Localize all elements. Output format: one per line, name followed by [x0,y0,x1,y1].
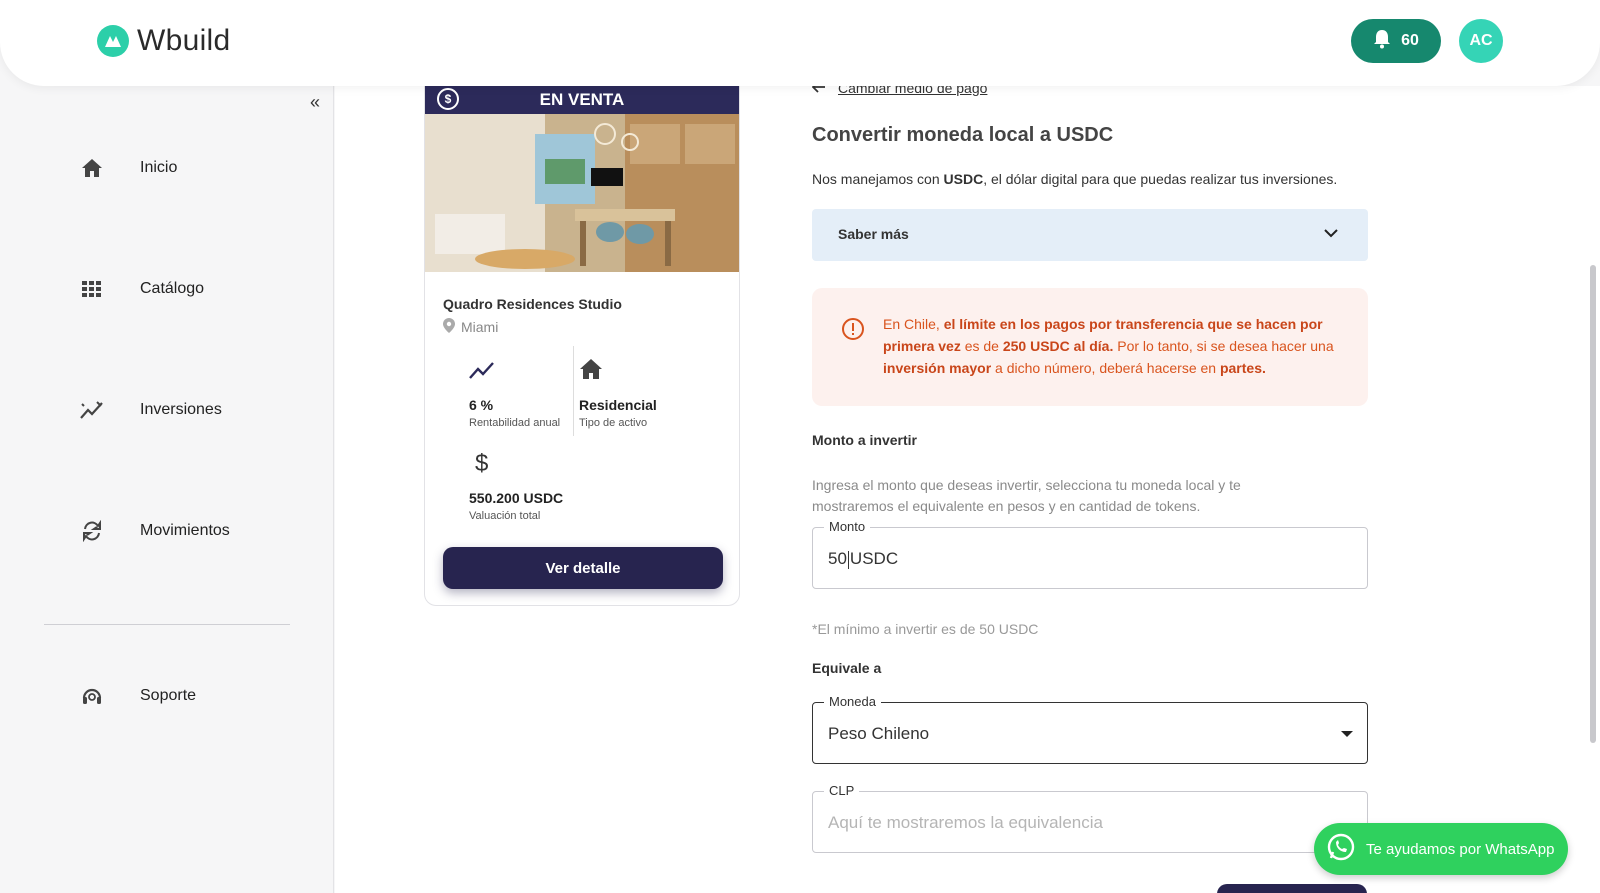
currency-select[interactable]: Moneda Peso Chileno [812,694,1368,764]
dollar-icon: $ [475,450,489,477]
clp-equivalent-field[interactable]: CLP Aquí te mostraremos la equivalencia [812,783,1368,853]
brand-name: Wbuild [137,24,231,57]
main-content: $ EN VENTA Quadro Residences Studio Miam… [335,80,1600,893]
currency-field-label: Moneda [824,694,881,709]
stats-divider [573,346,574,436]
minimum-note: *El mínimo a invertir es de 50 USDC [812,621,1039,637]
status-banner: $ EN VENTA [425,86,739,114]
house-icon [579,359,603,384]
transfer-limit-alert: En Chile, el límite en los pagos por tra… [812,288,1368,406]
whatsapp-icon [1326,832,1356,866]
valuation-label: Valuación total [469,510,541,522]
intro-pre: Nos manejamos con [812,171,944,187]
amount-value: 50 [828,549,847,568]
headset-icon [80,684,104,708]
sidebar-item-soporte[interactable]: Soporte [80,684,196,708]
user-avatar[interactable]: AC [1459,19,1503,63]
sidebar-item-label: Inversiones [140,401,222,418]
asset-label: Tipo de activo [579,417,648,429]
whatsapp-help-button[interactable]: Te ayudamos por WhatsApp [1314,823,1568,875]
sidebar-item-label: Soporte [140,687,197,704]
property-card: $ EN VENTA Quadro Residences Studio Miam… [424,86,740,606]
sidebar-item-label: Catálogo [140,280,205,297]
grid-icon [80,277,104,301]
continue-button-partial[interactable] [1217,884,1367,893]
asset-value: Residencial [579,397,657,413]
return-value: 6 % [469,397,494,413]
alert-part: Por lo tanto, si se desea hacer una [1113,338,1334,354]
stat-valuation: $ 550.200 USDC Valuación total [469,450,563,522]
stat-return: 6 % Rentabilidad anual [469,360,560,429]
currency-selected-value: Peso Chileno [828,724,930,743]
amount-section-title: Monto a invertir [812,432,918,448]
clp-placeholder: Aquí te mostraremos la equivalencia [828,813,1103,832]
stat-asset-type: Residencial Tipo de activo [579,358,657,429]
alert-bold: partes. [1219,360,1266,376]
sidebar-item-inicio[interactable]: Inicio [80,156,177,180]
alert-part: a dicho número, deberá hacerse en [991,360,1220,376]
return-label: Rentabilidad anual [469,417,561,429]
brand-logo[interactable]: Wbuild [97,24,231,58]
sidebar-item-inversiones[interactable]: Inversiones [80,398,222,422]
sidebar-item-catalogo[interactable]: Catálogo [80,277,204,301]
learn-more-accordion[interactable]: Saber más [812,209,1368,261]
alert-bold: inversión mayor [883,360,992,376]
whatsapp-label: Te ayudamos por WhatsApp [1366,840,1555,858]
notifications-count: 60 [1401,32,1419,49]
location-text: Miami [461,319,499,335]
home-icon [80,156,104,180]
property-photo [425,114,739,272]
sidebar-item-label: Movimientos [140,522,230,539]
accordion-label: Saber más [838,226,909,242]
clp-field-label: CLP [824,783,860,798]
amount-field-label: Monto [824,519,871,534]
chevron-down-icon [1324,225,1338,243]
intro-bold: USDC [943,171,984,187]
text-cursor [847,550,849,569]
equivalent-section-title: Equivale a [812,660,882,676]
property-name: Quadro Residences Studio [443,296,622,312]
property-stats: 6 % Rentabilidad anual Residencial Tipo … [443,346,721,536]
sidebar-item-label: Inicio [140,159,178,176]
amount-input-value[interactable]: 50 USDC [828,549,898,569]
status-label: EN VENTA [539,90,625,109]
amount-unit: USDC [849,549,899,568]
notifications-button[interactable]: 60 [1351,19,1441,63]
sidebar-item-movimientos[interactable]: Movimientos [80,519,230,543]
sidebar-divider [44,624,290,625]
amount-help-text: Ingresa el monto que deseas invertir, se… [812,477,1241,514]
logo-mark-icon [97,25,129,57]
property-location: Miami [443,318,721,336]
bell-icon [1373,29,1391,54]
sidebar: « Inicio Catálogo Inversiones Movimiento… [0,86,334,893]
dropdown-caret-icon [1341,731,1353,737]
alert-part: En Chile, [883,316,944,332]
swap-icon [80,519,104,543]
alert-bold: 250 USDC al día. [1002,338,1114,354]
trend-icon [469,362,495,384]
intro-text: Nos manejamos con USDC, el dólar digital… [812,171,1368,187]
valuation-value: 550.200 USDC [469,490,564,506]
view-detail-button[interactable]: Ver detalle [443,547,723,589]
dollar-coin-icon: $ [437,88,459,110]
alert-text: En Chile, el límite en los pagos por tra… [883,313,1343,379]
chart-icon [80,398,104,422]
collapse-sidebar-icon[interactable]: « [310,92,320,113]
amount-field[interactable]: Monto 50 USDC [812,519,1368,589]
alert-part: es de [960,338,1003,354]
page-title: Convertir moneda local a USDC [812,124,1114,146]
location-pin-icon [443,318,455,336]
page-scrollbar[interactable] [1590,265,1596,743]
top-header: Wbuild 60 AC [0,0,1600,86]
intro-post: , el dólar digital para que puedas reali… [983,171,1338,187]
alert-circle-icon [841,317,865,346]
